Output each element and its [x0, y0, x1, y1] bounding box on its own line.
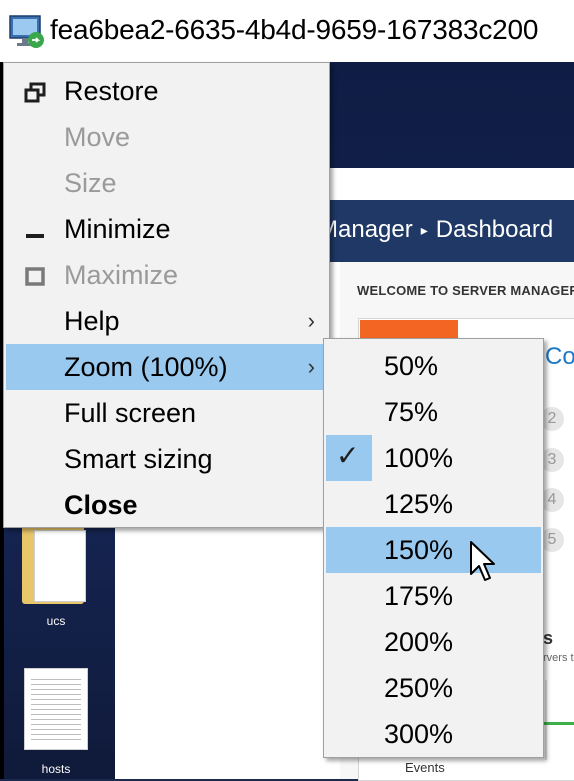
zoom-option-200[interactable]: 200%: [326, 619, 541, 665]
zoom-option-175[interactable]: 175%: [326, 573, 541, 619]
zoom-option-75[interactable]: 75%: [326, 389, 541, 435]
breadcrumb-separator-icon: ▸: [420, 222, 428, 239]
menu-item-zoom[interactable]: Zoom (100%) ›: [6, 344, 327, 390]
menu-item-label: Help: [64, 306, 120, 336]
status-bar: [543, 722, 574, 725]
breadcrumb: Manager ▸ Dashboard: [318, 216, 553, 244]
zoom-option-label: 75%: [384, 397, 439, 427]
zoom-option-label: 300%: [384, 719, 454, 749]
breadcrumb-app: Manager: [318, 216, 413, 243]
menu-item-restore[interactable]: Restore: [6, 68, 327, 114]
section-heading: s: [543, 628, 554, 648]
zoom-submenu: 50% 75% ✓ 100% 125% 150% 175% 200% 250% …: [323, 338, 544, 758]
desktop-icon-label[interactable]: hosts: [16, 762, 96, 776]
menu-item-move: Move: [6, 114, 327, 160]
remote-desktop-icon[interactable]: [8, 12, 46, 50]
menu-item-minimize[interactable]: Minimize: [6, 206, 327, 252]
menu-item-label: Restore: [64, 76, 159, 106]
zoom-option-250[interactable]: 250%: [326, 665, 541, 711]
menu-item-help[interactable]: Help ›: [6, 298, 327, 344]
menu-item-label: Size: [64, 168, 117, 198]
menu-item-label: Maximize: [64, 260, 179, 290]
menu-item-size: Size: [6, 160, 327, 206]
menu-item-label: Full screen: [64, 398, 197, 428]
chevron-right-icon: ›: [307, 308, 315, 333]
zoom-option-150[interactable]: 150%: [326, 527, 541, 573]
folder-page: [34, 530, 86, 602]
maximize-icon: [25, 267, 45, 286]
check-box: ✓: [326, 435, 372, 481]
zoom-option-100[interactable]: ✓ 100%: [326, 435, 541, 481]
text-file-icon[interactable]: [24, 668, 88, 750]
events-label[interactable]: Events: [405, 760, 445, 775]
menu-item-label: Minimize: [64, 214, 171, 244]
system-menu: Restore Move Size Minimize Maximize Help…: [3, 62, 330, 528]
section-subtitle: rvers t: [543, 652, 574, 664]
zoom-option-label: 175%: [384, 581, 454, 611]
zoom-option-label: 100%: [384, 443, 454, 473]
menu-item-label: Zoom (100%): [64, 352, 228, 382]
zoom-option-label: 125%: [384, 489, 454, 519]
welcome-heading: WELCOME TO SERVER MANAGER: [357, 283, 574, 298]
menu-item-close[interactable]: Close: [6, 482, 327, 528]
zoom-option-125[interactable]: 125%: [326, 481, 541, 527]
window-title: fea6bea2-6635-4b4d-9659-167383c200: [50, 14, 539, 45]
chevron-right-icon: ›: [307, 354, 315, 379]
breadcrumb-page[interactable]: Dashboard: [436, 216, 553, 243]
zoom-option-label: 250%: [384, 673, 454, 703]
divider: [545, 680, 547, 760]
minimize-icon: [26, 234, 44, 238]
checkmark-icon: ✓: [336, 440, 360, 471]
configure-link[interactable]: Co: [545, 343, 574, 371]
menu-item-label: Close: [64, 490, 138, 520]
menu-item-maximize: Maximize: [6, 252, 327, 298]
zoom-option-50[interactable]: 50%: [326, 343, 541, 389]
restore-icon: [24, 82, 46, 103]
desktop-icon-label[interactable]: ucs: [16, 614, 96, 628]
menu-item-full-screen[interactable]: Full screen: [6, 390, 327, 436]
zoom-option-label: 150%: [384, 535, 454, 565]
zoom-option-label: 200%: [384, 627, 454, 657]
title-bar[interactable]: fea6bea2-6635-4b4d-9659-167383c200: [0, 0, 574, 62]
mouse-cursor-icon: [470, 541, 495, 581]
zoom-option-label: 50%: [384, 351, 439, 381]
zoom-option-300[interactable]: 300%: [326, 711, 541, 757]
menu-item-label: Smart sizing: [64, 444, 213, 474]
menu-item-label: Move: [64, 122, 131, 152]
menu-item-smart-sizing[interactable]: Smart sizing: [6, 436, 327, 482]
